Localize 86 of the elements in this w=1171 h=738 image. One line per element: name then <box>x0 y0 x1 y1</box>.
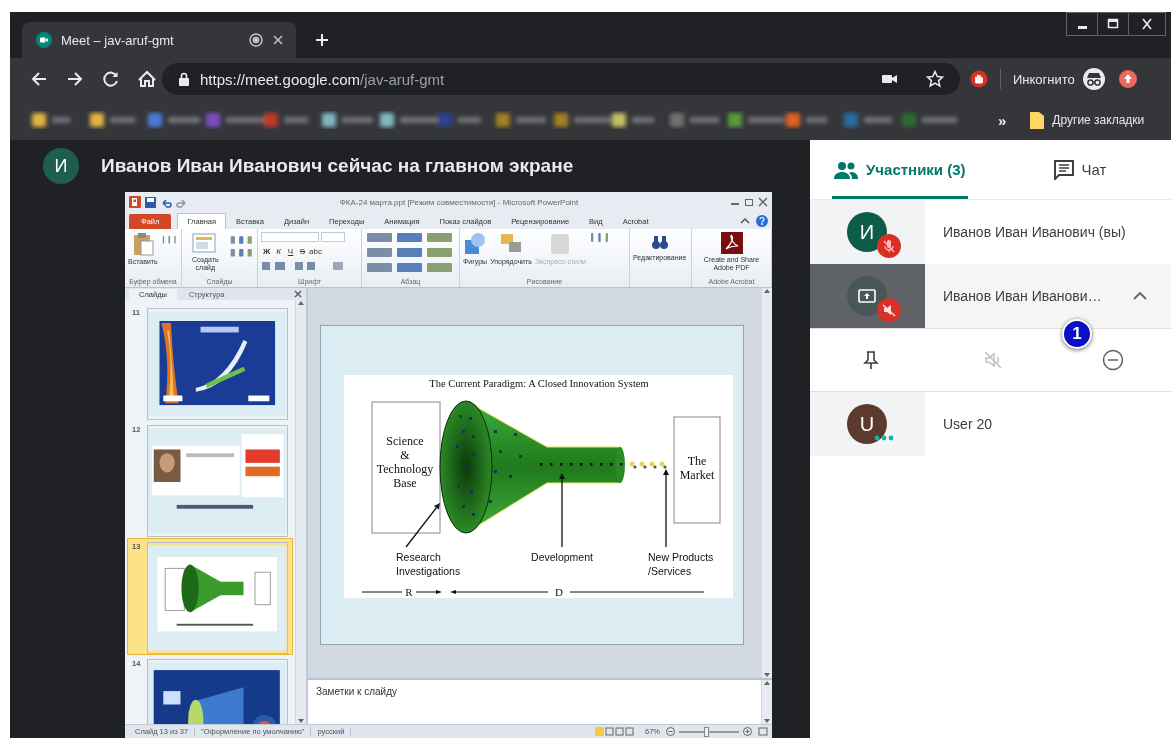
format-button[interactable]: Ч <box>285 247 296 256</box>
recording-icon <box>249 33 263 47</box>
view-buttons-drawing[interactable] <box>595 727 635 736</box>
profile-icon[interactable] <box>1118 70 1137 88</box>
maximize-icon[interactable] <box>1097 12 1129 36</box>
back-icon[interactable] <box>30 70 48 88</box>
font-size-field[interactable] <box>321 232 345 242</box>
video-camera-icon[interactable] <box>882 73 898 85</box>
lock-icon <box>178 72 190 86</box>
axis-label: R <box>405 586 413 598</box>
zoom-out-icon[interactable] <box>666 727 675 736</box>
minimize-icon[interactable] <box>1066 12 1098 36</box>
diagram-label: New Products /Services <box>648 551 714 577</box>
participant-row[interactable]: И Иванов Иван Иванович (вы) <box>810 200 1171 264</box>
people-icon <box>834 160 858 179</box>
app-icon <box>129 196 141 208</box>
shapes-icon <box>463 232 488 256</box>
scrollbar[interactable] <box>295 300 306 724</box>
format-button[interactable]: abc <box>309 247 320 256</box>
incognito-icon[interactable] <box>1082 68 1105 90</box>
browser-tab[interactable]: Meet – jav-aruf-gmt <box>22 22 296 58</box>
diagram-label: Research Investigations <box>396 551 461 577</box>
address-bar[interactable]: https://meet.google.com/jav-aruf-gmt <box>162 63 960 95</box>
folder-icon[interactable] <box>1030 111 1045 129</box>
acrobat-icon <box>720 232 743 254</box>
plus-icon[interactable] <box>314 32 330 48</box>
collapse-icon[interactable] <box>1133 291 1147 301</box>
format-button[interactable]: К <box>273 247 284 256</box>
home-icon[interactable] <box>138 70 156 88</box>
scroll-up-icon[interactable] <box>298 300 304 305</box>
panel-tab[interactable]: Участники (3) <box>832 140 968 199</box>
panel-tab[interactable]: Чат <box>1051 140 1109 199</box>
scroll-down-icon[interactable] <box>764 719 770 724</box>
close-icon[interactable] <box>1128 12 1166 36</box>
undo-icon[interactable] <box>160 196 172 208</box>
new-slide-icon <box>192 232 219 254</box>
incognito-label: Инкогнито <box>1013 71 1075 87</box>
avatar: U <box>847 404 887 444</box>
tab-title: Meet – jav-aruf-gmt <box>61 32 175 48</box>
screen-share-icon <box>858 289 876 303</box>
zoom-in-icon[interactable] <box>743 727 752 736</box>
participant-row[interactable]: U User 20 <box>810 392 1171 456</box>
chat-icon <box>1053 159 1074 180</box>
collapse-ribbon-icon[interactable] <box>740 215 750 226</box>
box-label: The Market <box>679 454 715 482</box>
axis-label: D <box>555 586 563 598</box>
quick-styles-icon <box>549 232 572 256</box>
scrollbar[interactable] <box>761 288 772 678</box>
save-icon[interactable] <box>145 196 156 208</box>
scrollbar[interactable] <box>761 680 772 724</box>
close-icon[interactable] <box>272 34 284 46</box>
step-badge: 1 <box>1062 319 1092 349</box>
bookmark-folder[interactable]: Другие закладки <box>1052 113 1145 127</box>
box-label: Science & Technology Base <box>376 434 434 490</box>
participant-name: Иванов Иван Иванови… <box>943 288 1102 304</box>
presenter-title: Иванов Иван Иванович сейчас на главном экране <box>101 155 574 177</box>
format-button[interactable]: S <box>297 247 308 256</box>
tool-icons-drawing[interactable] <box>261 261 345 271</box>
close-icon[interactable] <box>294 290 302 298</box>
help-icon[interactable] <box>756 214 768 227</box>
hand-icon[interactable] <box>970 70 988 88</box>
avatar: И <box>847 212 887 252</box>
forward-icon[interactable] <box>66 70 84 88</box>
restore-icon[interactable] <box>744 197 754 207</box>
arrow <box>405 503 440 548</box>
scroll-down-icon[interactable] <box>298 719 304 724</box>
more-bookmarks-button[interactable]: » <box>998 111 1007 129</box>
reload-icon[interactable] <box>102 70 120 88</box>
scroll-up-icon[interactable] <box>764 680 770 685</box>
window-title: ФКА-24 марта.ppt [Режим совместимости] - Microsoft PowerPoint <box>338 197 580 207</box>
camera-icon <box>36 32 52 48</box>
url-text[interactable]: https://meet.google.com/jav-aruf-gmt <box>200 70 872 88</box>
format-button[interactable]: Ж <box>261 247 272 256</box>
pin-icon[interactable] <box>863 350 879 370</box>
participant-name: Иванов Иван Иванович (вы) <box>943 224 1126 240</box>
presenter-avatar: И <box>43 148 79 184</box>
remove-icon[interactable] <box>1101 349 1124 371</box>
clipboard-icon <box>131 232 154 256</box>
fit-icon[interactable] <box>758 727 768 736</box>
diagram-label: Development <box>531 551 593 563</box>
participant-name: User 20 <box>943 416 993 432</box>
font-name-field[interactable] <box>261 232 319 242</box>
redo-icon[interactable] <box>176 196 188 208</box>
star-icon[interactable] <box>926 70 944 88</box>
slide-title: The Current Paradigm: A Closed Innovation System <box>429 378 649 389</box>
close-icon[interactable] <box>758 197 768 207</box>
